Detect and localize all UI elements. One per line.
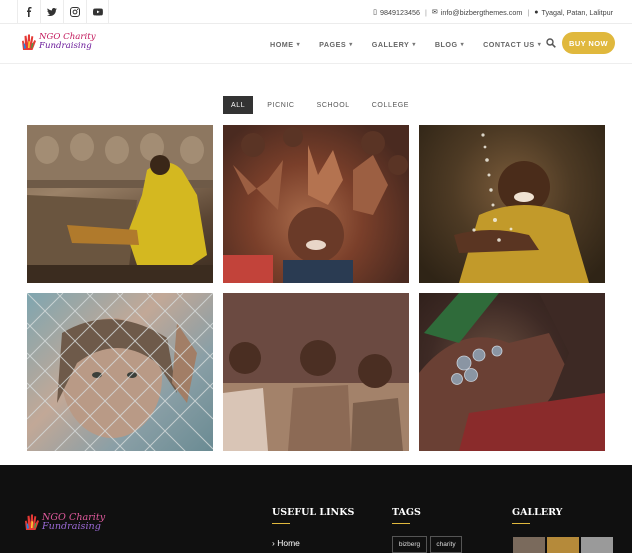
gallery-heading: GALLERY [512, 507, 562, 524]
filter-college[interactable]: COLLEGE [364, 96, 417, 114]
nav-contact-us[interactable]: CONTACT US ▾ [483, 40, 541, 49]
logo-text: NGO Charity Fundraising [39, 32, 96, 52]
chevron-down-icon: ▾ [460, 41, 465, 48]
email-icon: ✉ [431, 9, 438, 16]
twitter-icon[interactable] [40, 0, 63, 24]
gallery-item-child-water[interactable] [419, 125, 605, 283]
footer-gallery-thumb[interactable] [547, 537, 579, 553]
logo-line-2: Fundraising [39, 41, 92, 51]
gallery-item-children-hands[interactable] [223, 125, 409, 283]
phone-icon: ▯ [373, 9, 378, 16]
footer-logo-line-2: Fundraising [42, 521, 101, 532]
facebook-icon[interactable] [17, 0, 40, 24]
chevron-down-icon: ▾ [412, 41, 416, 48]
social-links [17, 0, 109, 24]
nav-contact-label: CONTACT US [483, 39, 535, 49]
filter-picnic[interactable]: PICNIC [259, 96, 302, 114]
email-address[interactable]: info@bizbergthemes.com [441, 8, 523, 17]
tag-bizberg[interactable]: bizberg [392, 536, 427, 553]
contact-info: ▯ 9849123456 | ✉ info@bizbergthemes.com … [373, 0, 613, 24]
chevron-right-icon: › [272, 538, 275, 548]
filter-all[interactable]: ALL [223, 96, 254, 114]
tag-charity[interactable]: charity [430, 536, 462, 553]
site-logo[interactable]: NGO Charity Fundraising [19, 32, 96, 52]
footer-logo[interactable]: NGO Charity Fundraising [22, 512, 105, 532]
instagram-icon[interactable] [63, 0, 86, 24]
nav-home[interactable]: HOME ▾ [270, 40, 300, 49]
photo-children-wall [223, 293, 409, 451]
photo-girl-fence [27, 293, 213, 451]
hand-logo-icon [25, 514, 39, 530]
photo-hands-coins [419, 293, 605, 451]
photo-children-hands [223, 127, 408, 283]
footer-gallery-thumb[interactable] [513, 537, 545, 553]
phone-number[interactable]: 9849123456 [380, 8, 420, 17]
gallery-item-hands-coins[interactable] [419, 293, 605, 451]
separator: | [425, 7, 427, 17]
search-icon[interactable] [546, 38, 556, 48]
footer-link-home[interactable]: › Home [272, 538, 300, 548]
photo-child-water [454, 133, 589, 283]
nav-gallery-label: GALLERY [371, 39, 410, 49]
location-icon: ● [534, 8, 539, 16]
chevron-down-icon: ▾ [296, 41, 301, 48]
main-nav: HOME ▾ PAGES ▾ GALLERY ▾ BLOG ▾ CONTACT US ▾ [270, 24, 560, 64]
gallery-item-children-wall[interactable] [223, 293, 409, 451]
location-text: Tyagal, Patan, Lalitpur [541, 7, 613, 17]
main-header: NGO Charity Fundraising HOME ▾ PAGES ▾ GAL… [0, 24, 632, 64]
nav-blog-label: BLOG [434, 39, 458, 49]
youtube-icon[interactable] [86, 0, 109, 24]
tags-heading: TAGS [392, 507, 421, 524]
chevron-down-icon: ▾ [349, 41, 353, 48]
hand-logo-icon [22, 34, 36, 50]
photo-elderly-person [27, 125, 213, 283]
top-bar: ▯ 9849123456 | ✉ info@bizbergthemes.com … [0, 0, 632, 24]
site-footer: NGO Charity Fundraising USEFUL LINKS › H… [0, 465, 632, 553]
footer-logo-text: NGO Charity Fundraising [42, 512, 105, 532]
filter-school[interactable]: SCHOOL [309, 96, 358, 114]
nav-pages-label: PAGES [319, 39, 347, 49]
chevron-down-icon: ▾ [537, 41, 542, 48]
separator: | [527, 7, 530, 17]
useful-links-heading: USEFUL LINKS [272, 507, 354, 524]
nav-blog[interactable]: BLOG ▾ [435, 40, 464, 49]
footer-link-home-label: Home [277, 538, 300, 548]
nav-gallery[interactable]: GALLERY ▾ [372, 40, 416, 49]
gallery-filters: ALL PICNIC SCHOOL COLLEGE [223, 96, 423, 114]
buy-now-button[interactable]: BUY NOW [562, 32, 615, 54]
nav-home-label: HOME [270, 39, 294, 49]
gallery-item-elderly-yellow[interactable] [27, 125, 213, 283]
gallery-item-girl-fence[interactable] [27, 293, 213, 451]
nav-pages[interactable]: PAGES ▾ [319, 40, 353, 49]
footer-gallery-thumb[interactable] [581, 537, 613, 553]
